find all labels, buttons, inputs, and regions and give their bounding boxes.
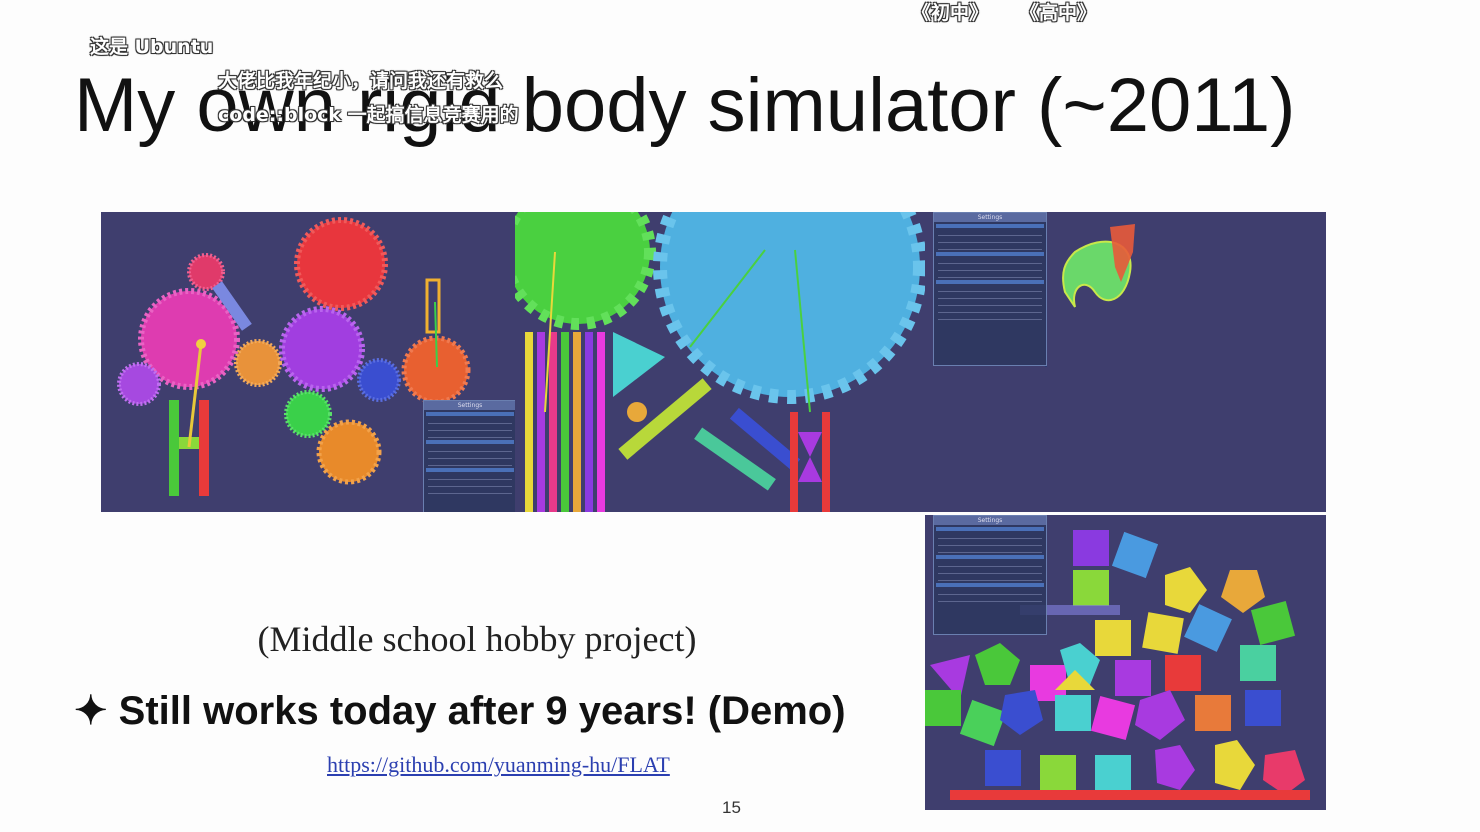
settings-window-title: Settings (424, 401, 515, 410)
large-gears-scene (515, 212, 925, 512)
bullet-point: ✦ Still works today after 9 years! (Demo… (74, 688, 846, 734)
settings-window[interactable]: Settings (423, 400, 515, 512)
settings-window-stacked-shapes[interactable]: Settings (933, 515, 1047, 635)
simulation-panel-large-gears (515, 212, 925, 512)
danmaku-comment: 这是 Ubuntu (90, 36, 214, 58)
danmaku-comment: 《初中》 (912, 2, 989, 24)
simulation-panel-stacked-shapes: Settings (925, 515, 1326, 810)
github-link[interactable]: https://github.com/yuanming-hu/FLAT (327, 752, 670, 778)
star-bullet-icon: ✦ (74, 689, 108, 733)
settings-window-soft-body[interactable]: Settings (933, 212, 1047, 366)
simulation-panel-soft-body: Settings (925, 212, 1326, 512)
simulation-panel-gears: Settings (101, 212, 515, 512)
slide-subtitle: (Middle school hobby project) (257, 619, 697, 659)
page-number: 15 (722, 798, 741, 817)
danmaku-comment: code::block 一起搞信息竞赛用的 (218, 104, 519, 126)
danmaku-comment: 《高中》 (1020, 2, 1097, 24)
danmaku-comment: 大佬比我年纪小，请问我还有救么 (218, 70, 504, 92)
bullet-text: Still works today after 9 years! (Demo) (118, 689, 846, 733)
